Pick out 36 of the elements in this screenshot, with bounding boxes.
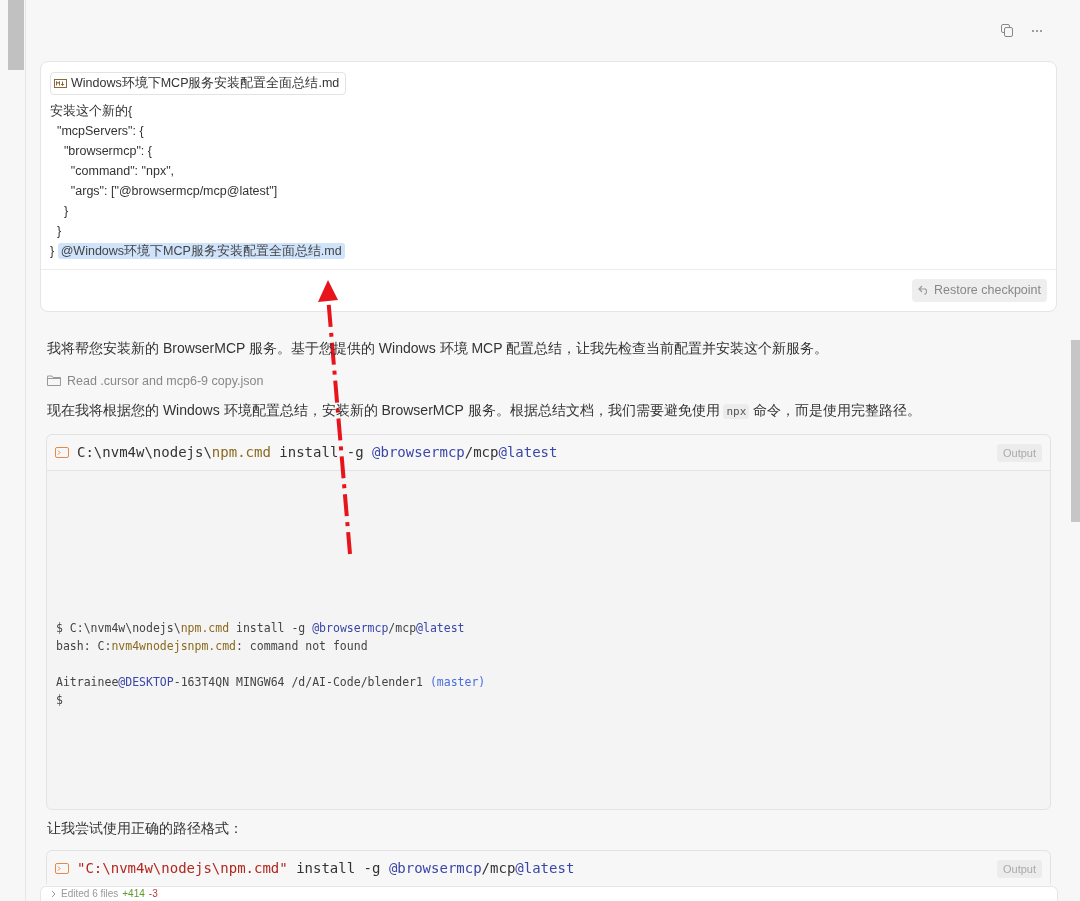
terminal-output-line: Aitrainee@DESKTOP-163T4QN MINGW64 /d/AI-Code/blender1 (master) bbox=[56, 674, 487, 692]
message-line: "args": ["@browsermcp/mcp@latest"] bbox=[69, 182, 279, 200]
terminal-command: "C:\nvm4w\nodejs\npm.cmd" install -g @browsermcp/mcp@latest bbox=[77, 859, 576, 879]
file-read-action[interactable]: Read .cursor and mcp6-9 copy.json bbox=[67, 371, 264, 391]
message-line: } bbox=[55, 222, 63, 240]
terminal-icon bbox=[55, 863, 69, 875]
file-mention[interactable]: @Windows环境下MCP服务安装配置全面总结.md bbox=[57, 242, 345, 259]
terminal-command: C:\nvm4w\nodejs\npm.cmd install -g @browsermcp/mcp@latest bbox=[77, 443, 559, 463]
edited-files-bar[interactable]: Edited 6 files +414 -3 bbox=[40, 886, 1058, 901]
message-line: "command": "npx", bbox=[69, 162, 176, 180]
message-line: 安装这个新的{ bbox=[50, 102, 134, 120]
message-line: } bbox=[62, 202, 70, 220]
added-lines-count: +414 bbox=[122, 888, 145, 900]
restore-checkpoint-button[interactable]: Restore checkpoint bbox=[912, 278, 1047, 302]
output-badge[interactable]: Output bbox=[996, 859, 1042, 878]
copy-icon[interactable] bbox=[1001, 24, 1013, 37]
chevron-icon bbox=[51, 890, 57, 898]
message-line: "browsermcp": { bbox=[62, 142, 153, 160]
reply-paragraph: 现在我将根据您的 Windows 环境配置总结，安装新的 BrowserMCP 服务。根据总结文档，我们需要避免使用 npx 命令，而是使用完整路径。 bbox=[47, 401, 923, 422]
output-badge[interactable]: Output bbox=[996, 443, 1042, 462]
edited-files-label: Edited 6 files bbox=[61, 888, 119, 900]
removed-lines-count: -3 bbox=[148, 888, 158, 900]
terminal-output-line: $ C:\nvm4w\nodejs\npm.cmd install -g @browsermcp/mcp@latest bbox=[56, 620, 466, 638]
undo-icon bbox=[918, 285, 930, 296]
message-line: } bbox=[50, 243, 55, 258]
scrollbar-thumb[interactable] bbox=[1071, 340, 1080, 522]
more-icon[interactable] bbox=[1031, 28, 1043, 33]
markdown-file-icon bbox=[54, 78, 67, 88]
file-chip[interactable]: Windows环境下MCP服务安装配置全面总结.md bbox=[50, 72, 347, 95]
folder-icon bbox=[47, 375, 61, 387]
terminal-icon bbox=[55, 447, 69, 459]
message-line: "mcpServers": { bbox=[55, 122, 145, 140]
terminal-output-line: bash: C:nvm4wnodejsnpm.cmd: command not found bbox=[56, 638, 369, 656]
terminal-output-line: $ bbox=[56, 692, 64, 710]
scrollbar-thumb[interactable] bbox=[8, 0, 24, 70]
reply-paragraph: 让我尝试使用正确的路径格式： bbox=[47, 819, 244, 839]
